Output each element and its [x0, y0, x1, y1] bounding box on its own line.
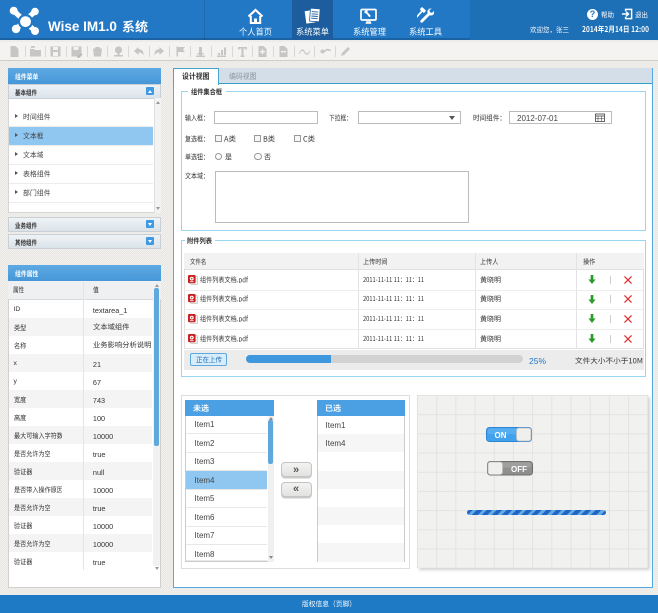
svg-text:ON: ON: [495, 431, 507, 440]
svg-text:OFF: OFF: [511, 465, 527, 474]
